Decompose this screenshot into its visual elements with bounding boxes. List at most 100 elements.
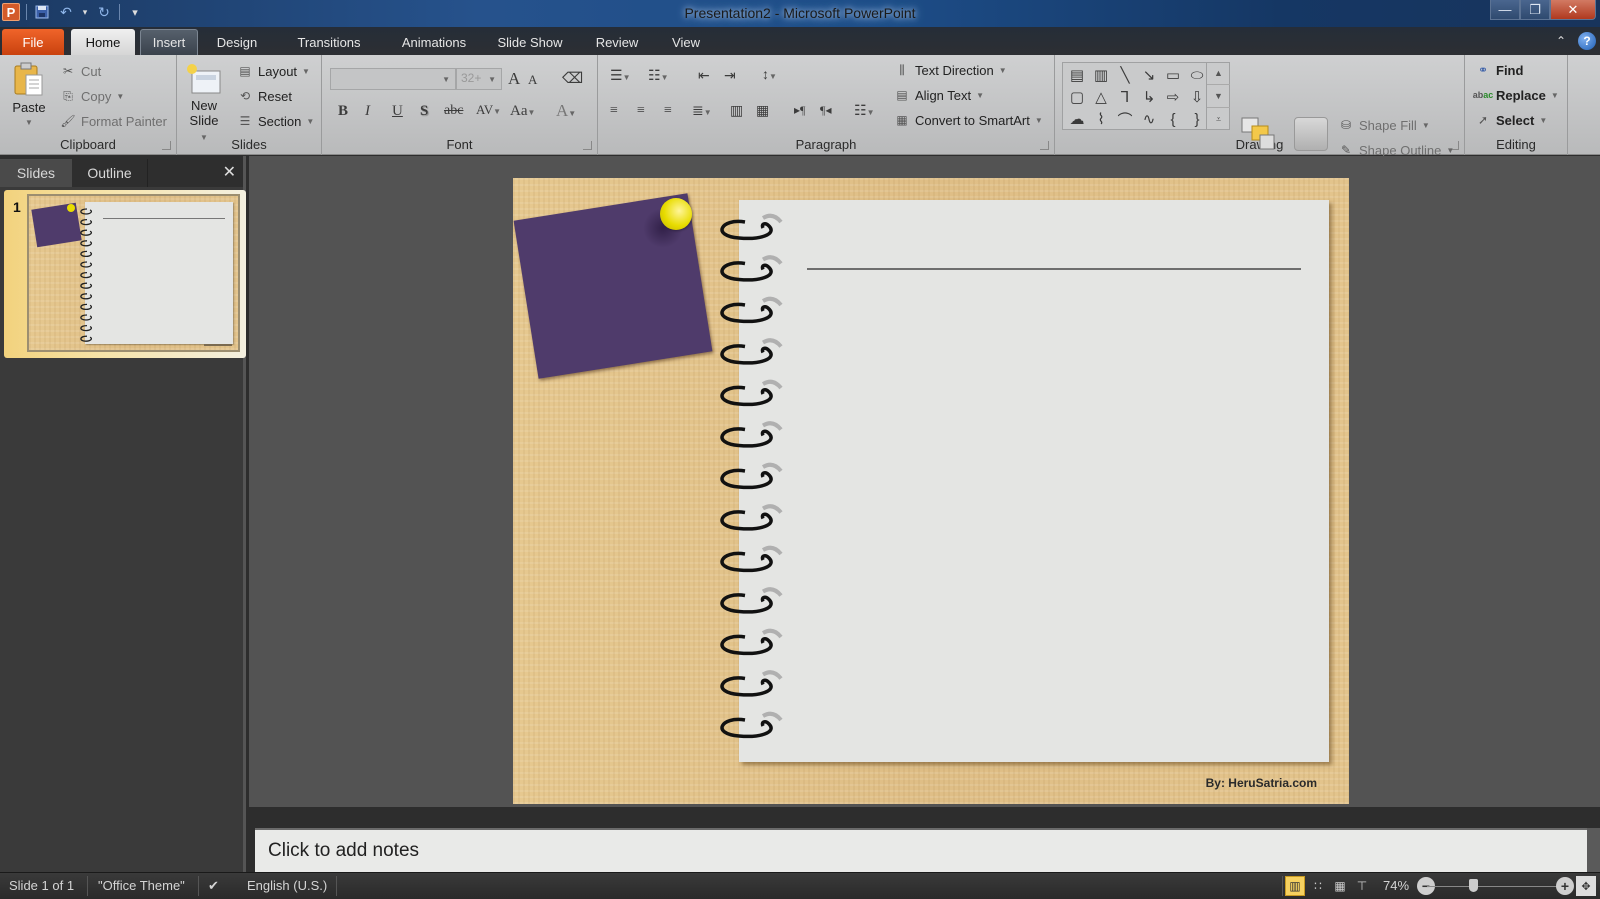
tab-file[interactable]: File bbox=[2, 29, 64, 55]
format-painter-button[interactable]: 🖌 Format Painter bbox=[60, 113, 167, 129]
help-icon[interactable]: ? bbox=[1578, 32, 1596, 50]
dialog-launcher-icon[interactable] bbox=[1040, 141, 1049, 150]
font-color-button[interactable]: A▼ bbox=[556, 101, 576, 121]
zoom-in-button[interactable]: + bbox=[1556, 877, 1574, 895]
spell-check-icon[interactable]: ✔ bbox=[208, 878, 219, 894]
gallery-more-icon[interactable]: ⩡ bbox=[1207, 108, 1230, 130]
tab-home[interactable]: Home bbox=[71, 29, 135, 55]
tab-review[interactable]: Review bbox=[585, 29, 649, 55]
columns-icon[interactable]: ▦ bbox=[756, 103, 769, 120]
decrease-indent-button[interactable]: ⇤ bbox=[698, 68, 710, 85]
scroll-up-icon[interactable]: ▲ bbox=[1207, 62, 1230, 85]
bullets-button[interactable]: ☰▼ bbox=[610, 68, 630, 85]
slide-show-view-button[interactable]: ⊤ bbox=[1352, 876, 1372, 896]
shape-option[interactable]: ⅂ bbox=[1113, 86, 1137, 108]
tab-animations[interactable]: Animations bbox=[385, 29, 483, 55]
slide-thumbnail-image[interactable] bbox=[27, 194, 240, 352]
close-icon[interactable]: ✕ bbox=[223, 162, 236, 182]
dialog-launcher-icon[interactable] bbox=[162, 141, 171, 150]
shape-option[interactable]: ↘ bbox=[1137, 64, 1161, 86]
tab-slide-show[interactable]: Slide Show bbox=[490, 29, 570, 55]
font-name-combo[interactable]: ▼ bbox=[330, 68, 456, 90]
convert-smartart-button[interactable]: ▦ Convert to SmartArt ▼ bbox=[894, 112, 1042, 128]
underline-button[interactable]: U bbox=[392, 103, 403, 120]
shape-option[interactable]: ↳ bbox=[1137, 86, 1161, 108]
shape-option[interactable]: ▢ bbox=[1065, 86, 1089, 108]
author-credit[interactable]: By: HeruSatria.com bbox=[1206, 776, 1317, 790]
fit-to-window-button[interactable]: ✥ bbox=[1576, 876, 1596, 896]
italic-button[interactable]: I bbox=[365, 103, 370, 120]
increase-indent-button[interactable]: ⇥ bbox=[724, 68, 736, 85]
ltr-button[interactable]: ▸¶ bbox=[794, 103, 805, 118]
select-button[interactable]: ➚ Select ▼ bbox=[1475, 112, 1547, 128]
tab-insert[interactable]: Insert bbox=[140, 29, 198, 55]
notebook-paper[interactable] bbox=[739, 200, 1329, 762]
slide-thumbnail-1[interactable]: 1 bbox=[4, 190, 246, 358]
reading-view-button[interactable]: ▦ bbox=[1330, 876, 1350, 896]
shape-option[interactable]: ⇨ bbox=[1161, 86, 1185, 108]
copy-button[interactable]: ⎘ Copy ▼ bbox=[60, 88, 124, 104]
line-spacing-button[interactable]: ↕▼ bbox=[762, 68, 777, 84]
shape-option[interactable]: ▤ bbox=[1065, 64, 1089, 86]
shape-option[interactable]: ▥ bbox=[1089, 64, 1113, 86]
replace-button[interactable]: ab ac Replace ▼ bbox=[1473, 87, 1559, 103]
restore-button[interactable]: ❐ bbox=[1520, 0, 1550, 20]
tab-view[interactable]: View bbox=[656, 29, 716, 55]
reset-button[interactable]: ⟲ Reset bbox=[237, 88, 292, 104]
character-spacing-button[interactable]: AV▼ bbox=[476, 102, 501, 118]
clear-formatting-icon[interactable]: ⌫ bbox=[562, 69, 583, 88]
shape-option[interactable]: △ bbox=[1089, 86, 1113, 108]
numbering-button[interactable]: ☷▼ bbox=[648, 68, 668, 85]
shape-option[interactable]: ⌇ bbox=[1089, 108, 1113, 130]
zoom-level[interactable]: 74% bbox=[1383, 878, 1409, 893]
find-button[interactable]: ⚭ Find bbox=[1475, 62, 1523, 78]
strikethrough-button[interactable]: abc bbox=[444, 103, 463, 119]
slide-sorter-view-button[interactable]: ∷ bbox=[1308, 876, 1328, 896]
shape-fill-button[interactable]: ⛁ Shape Fill ▼ bbox=[1338, 117, 1430, 133]
align-text-button[interactable]: ▤ Align Text ▼ bbox=[894, 87, 984, 103]
shape-option[interactable]: ☁ bbox=[1065, 108, 1089, 130]
minimize-ribbon-icon[interactable]: ⌃ bbox=[1556, 34, 1566, 48]
text-shadow-button[interactable]: S bbox=[420, 103, 428, 120]
shape-option[interactable]: ▭ bbox=[1161, 64, 1185, 86]
shapes-gallery-scroll[interactable]: ▲ ▼ ⩡ bbox=[1206, 62, 1230, 130]
justify-button[interactable]: ≣▼ bbox=[692, 103, 712, 120]
dialog-launcher-icon[interactable] bbox=[583, 141, 592, 150]
shape-option[interactable]: ╲ bbox=[1113, 64, 1137, 86]
cut-button[interactable]: ✂ Cut bbox=[60, 63, 101, 79]
text-direction-button[interactable]: ⫼ Text Direction ▼ bbox=[894, 62, 1006, 78]
theme-name[interactable]: "Office Theme" bbox=[98, 878, 185, 893]
distributed-button[interactable]: ▥ bbox=[730, 103, 743, 120]
notes-scrollbar[interactable] bbox=[1587, 828, 1600, 872]
bold-button[interactable]: B bbox=[338, 103, 348, 120]
new-slide-button[interactable]: New Slide ▼ bbox=[184, 63, 224, 145]
minimize-button[interactable]: — bbox=[1490, 0, 1520, 20]
notes-pane[interactable]: Click to add notes bbox=[255, 828, 1587, 872]
tab-transitions[interactable]: Transitions bbox=[280, 29, 378, 55]
language-indicator[interactable]: English (U.S.) bbox=[247, 878, 327, 893]
change-case-button[interactable]: Aa▼ bbox=[510, 103, 535, 120]
paste-button[interactable]: Paste ▼ bbox=[8, 61, 50, 130]
layout-button[interactable]: ▤ Layout ▼ bbox=[237, 63, 310, 79]
slide-canvas[interactable]: By: HeruSatria.com bbox=[513, 178, 1349, 804]
shape-option[interactable]: ⌒ bbox=[1113, 108, 1137, 130]
align-right-button[interactable]: ≡ bbox=[664, 103, 672, 119]
grow-font-button[interactable]: A bbox=[508, 69, 520, 89]
align-left-button[interactable]: ≡ bbox=[610, 103, 618, 119]
scroll-down-icon[interactable]: ▼ bbox=[1207, 85, 1230, 108]
shape-option[interactable]: ∿ bbox=[1137, 108, 1161, 130]
columns-button[interactable]: ☷▼ bbox=[854, 103, 874, 120]
font-size-combo[interactable]: 32+ ▼ bbox=[456, 68, 502, 90]
rtl-button[interactable]: ¶◂ bbox=[820, 103, 831, 118]
tab-design[interactable]: Design bbox=[205, 29, 269, 55]
shape-option[interactable]: { bbox=[1161, 108, 1185, 130]
tab-slides[interactable]: Slides bbox=[0, 159, 72, 187]
tab-outline[interactable]: Outline bbox=[72, 159, 148, 187]
shrink-font-button[interactable]: A bbox=[528, 72, 537, 88]
close-button[interactable]: ✕ bbox=[1550, 0, 1596, 20]
zoom-slider-thumb[interactable] bbox=[1469, 879, 1479, 892]
zoom-slider[interactable] bbox=[1427, 886, 1557, 887]
align-center-button[interactable]: ≡ bbox=[637, 103, 645, 119]
normal-view-button[interactable]: ▥ bbox=[1285, 876, 1305, 896]
shapes-gallery[interactable]: ▤ ▥ ╲ ↘ ▭ ⬭ ▢ △ ⅂ ↳ ⇨ ⇩ ☁ ⌇ ⌒ ∿{} bbox=[1062, 62, 1230, 130]
